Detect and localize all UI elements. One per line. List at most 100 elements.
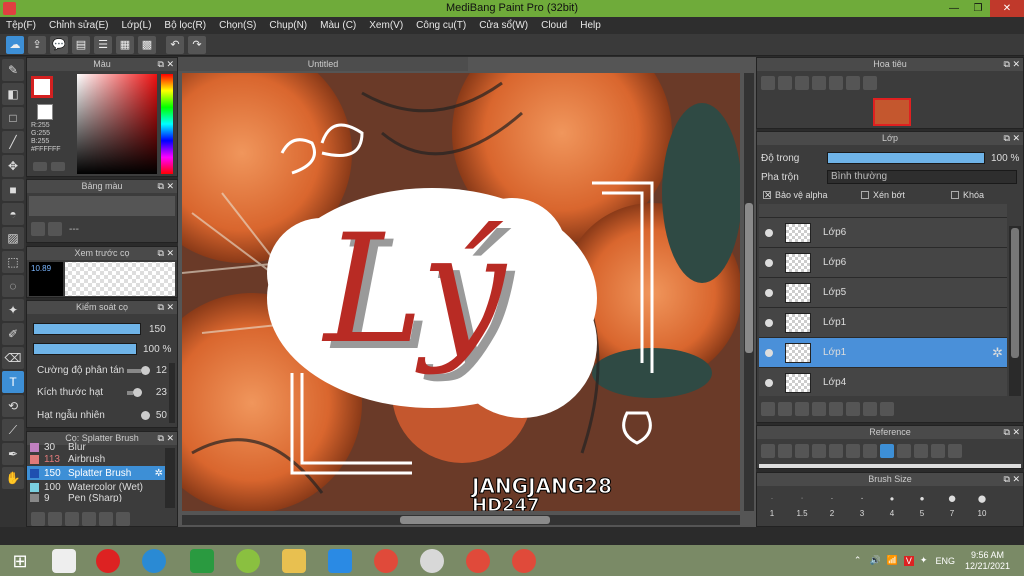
ref-hand-icon[interactable] bbox=[880, 444, 894, 458]
brush-item[interactable]: 30 Blur bbox=[27, 442, 167, 452]
navigator-thumbnail[interactable] bbox=[873, 98, 911, 126]
brush-size-preset[interactable]: · 3 bbox=[847, 489, 877, 518]
panel-close-icon[interactable]: ⧉ ✕ bbox=[1004, 473, 1020, 486]
brush-settings-gear-icon[interactable]: ✲ bbox=[155, 468, 163, 479]
new-palette-icon[interactable] bbox=[31, 222, 45, 236]
menu-filter[interactable]: Bộ lọc(R) bbox=[164, 20, 206, 31]
lock-checkbox[interactable] bbox=[951, 191, 959, 199]
grid-icon[interactable]: ▩ bbox=[138, 35, 156, 54]
store-icon[interactable] bbox=[190, 549, 214, 573]
brush-menu-icon[interactable] bbox=[65, 512, 79, 526]
flip-icon[interactable] bbox=[863, 76, 877, 90]
panel-icon[interactable]: ▦ bbox=[116, 35, 134, 54]
text-tool-icon[interactable]: T bbox=[2, 371, 24, 393]
cloud-icon[interactable]: ☁ bbox=[6, 35, 24, 54]
delete-palette-icon[interactable] bbox=[48, 222, 62, 236]
reset-icon[interactable] bbox=[829, 76, 843, 90]
windows-start-icon[interactable]: ⊞ bbox=[8, 549, 32, 573]
color-swap-button[interactable] bbox=[51, 162, 65, 171]
background-color-swatch[interactable] bbox=[37, 104, 53, 120]
gradient-tool-icon[interactable]: ▨ bbox=[2, 227, 24, 249]
random-slider-handle[interactable] bbox=[140, 410, 150, 420]
brush-item[interactable]: 113 Airbrush bbox=[27, 452, 167, 466]
blend-mode-select[interactable]: Bình thường bbox=[827, 170, 1017, 184]
tray-app-icon[interactable]: ✦ bbox=[920, 555, 928, 566]
visibility-eye-icon[interactable] bbox=[765, 288, 773, 297]
layer-row[interactable]: Lớp6 bbox=[759, 218, 1007, 248]
eraser-tool-icon[interactable]: ◧ bbox=[2, 83, 24, 105]
layer-opacity-slider[interactable] bbox=[827, 152, 985, 164]
clipping-checkbox[interactable] bbox=[861, 191, 869, 199]
share-icon[interactable]: ⇪ bbox=[28, 35, 46, 54]
canvas-hscroll-thumb[interactable] bbox=[400, 516, 550, 524]
duplicate-brush-icon[interactable] bbox=[116, 512, 130, 526]
zoom-out-icon[interactable] bbox=[795, 76, 809, 90]
brush-size-preset[interactable]: ● 10 bbox=[967, 489, 997, 518]
file-explorer-icon[interactable] bbox=[282, 549, 306, 573]
volume-icon[interactable]: 🔊 bbox=[869, 555, 880, 566]
list-icon[interactable]: ☰ bbox=[94, 35, 112, 54]
drawing-canvas[interactable]: Lý Lý JANGJANG28 HD247 bbox=[182, 73, 740, 511]
clock[interactable]: 9:56 AM 12/21/2021 bbox=[965, 550, 1010, 572]
vivaldi-tray-icon[interactable]: V bbox=[903, 555, 914, 566]
layer-row-selected[interactable]: Lớp1 ✲ bbox=[759, 338, 1007, 368]
delete-layer-icon[interactable] bbox=[880, 402, 894, 416]
layer-row[interactable]: Lớp5 bbox=[759, 278, 1007, 308]
canvas-vscroll-thumb[interactable] bbox=[745, 203, 753, 353]
brush-size-preset[interactable]: • 4 bbox=[877, 489, 907, 518]
undo-icon[interactable]: ↶ bbox=[166, 35, 184, 54]
brush-size-preset[interactable]: · 1.5 bbox=[787, 489, 817, 518]
ref-eyedropper-icon[interactable] bbox=[863, 444, 877, 458]
ref-close-icon[interactable] bbox=[795, 444, 809, 458]
chrome-profile-icon[interactable] bbox=[512, 549, 536, 573]
panel-close-icon[interactable]: ⧉ ✕ bbox=[1004, 58, 1020, 71]
bucket-tool-icon[interactable]: ◓ bbox=[2, 203, 24, 225]
ref-folder-icon[interactable] bbox=[778, 444, 792, 458]
menu-color[interactable]: Màu (C) bbox=[320, 20, 356, 31]
panel-close-icon[interactable]: ⧉ ✕ bbox=[158, 58, 174, 71]
file-icon[interactable] bbox=[52, 549, 76, 573]
menu-window[interactable]: Cửa sổ(W) bbox=[479, 20, 528, 31]
ref-fit-icon[interactable] bbox=[829, 444, 843, 458]
brush-folder-icon[interactable] bbox=[48, 512, 62, 526]
eyedropper-icon[interactable]: ⟋ bbox=[2, 419, 24, 441]
palette-swatch-area[interactable] bbox=[29, 196, 175, 216]
network-icon[interactable]: 📶 bbox=[887, 555, 898, 566]
visibility-eye-icon[interactable] bbox=[765, 228, 773, 237]
visibility-eye-icon[interactable] bbox=[765, 318, 773, 327]
brush-opacity-slider[interactable] bbox=[33, 343, 137, 355]
menu-tools[interactable]: Công cụ(T) bbox=[416, 20, 466, 31]
rectangle-tool-icon[interactable]: □ bbox=[2, 107, 24, 129]
layer-row[interactable]: Lớp6 bbox=[759, 248, 1007, 278]
move-tool-icon[interactable]: ✥ bbox=[2, 155, 24, 177]
layer-folder-icon[interactable] bbox=[829, 402, 843, 416]
ref-cloud-icon[interactable] bbox=[761, 444, 775, 458]
hand-tool-icon[interactable]: ✋ bbox=[2, 467, 24, 489]
layer-row[interactable]: Lớp1 bbox=[759, 308, 1007, 338]
maximize-button[interactable]: ❐ bbox=[966, 0, 990, 17]
add-brush-icon[interactable] bbox=[31, 512, 45, 526]
menu-edit[interactable]: Chỉnh sửa(E) bbox=[49, 20, 109, 31]
panel-close-icon[interactable]: ⧉ ✕ bbox=[158, 301, 174, 314]
menu-layer[interactable]: Lớp(L) bbox=[122, 20, 152, 31]
rotate-right-icon[interactable] bbox=[846, 76, 860, 90]
hue-slider[interactable] bbox=[161, 74, 173, 174]
panel-close-icon[interactable]: ⧉ ✕ bbox=[158, 247, 174, 260]
tray-expand-icon[interactable]: ⌃ bbox=[854, 555, 862, 566]
color-mode-button[interactable] bbox=[33, 162, 47, 171]
brush-size-preset[interactable]: · 1 bbox=[757, 489, 787, 518]
new-halftone-layer-icon[interactable] bbox=[778, 402, 792, 416]
chrome-icon[interactable] bbox=[374, 549, 398, 573]
visibility-eye-icon[interactable] bbox=[765, 348, 773, 357]
visibility-eye-icon[interactable] bbox=[765, 258, 773, 267]
duplicate-layer-icon[interactable] bbox=[846, 402, 860, 416]
magic-wand-icon[interactable]: ✦ bbox=[2, 299, 24, 321]
layer-row[interactable]: Lớp4 bbox=[759, 368, 1007, 396]
new-8bit-layer-icon[interactable] bbox=[795, 402, 809, 416]
brush-tool-icon[interactable]: ✎ bbox=[2, 59, 24, 81]
medibang-icon[interactable] bbox=[420, 549, 444, 573]
visibility-eye-icon[interactable] bbox=[765, 378, 773, 387]
menu-select[interactable]: Chọn(S) bbox=[219, 20, 256, 31]
scatter-slider-handle[interactable] bbox=[140, 366, 150, 375]
layer-scroll-thumb[interactable] bbox=[1011, 228, 1019, 358]
